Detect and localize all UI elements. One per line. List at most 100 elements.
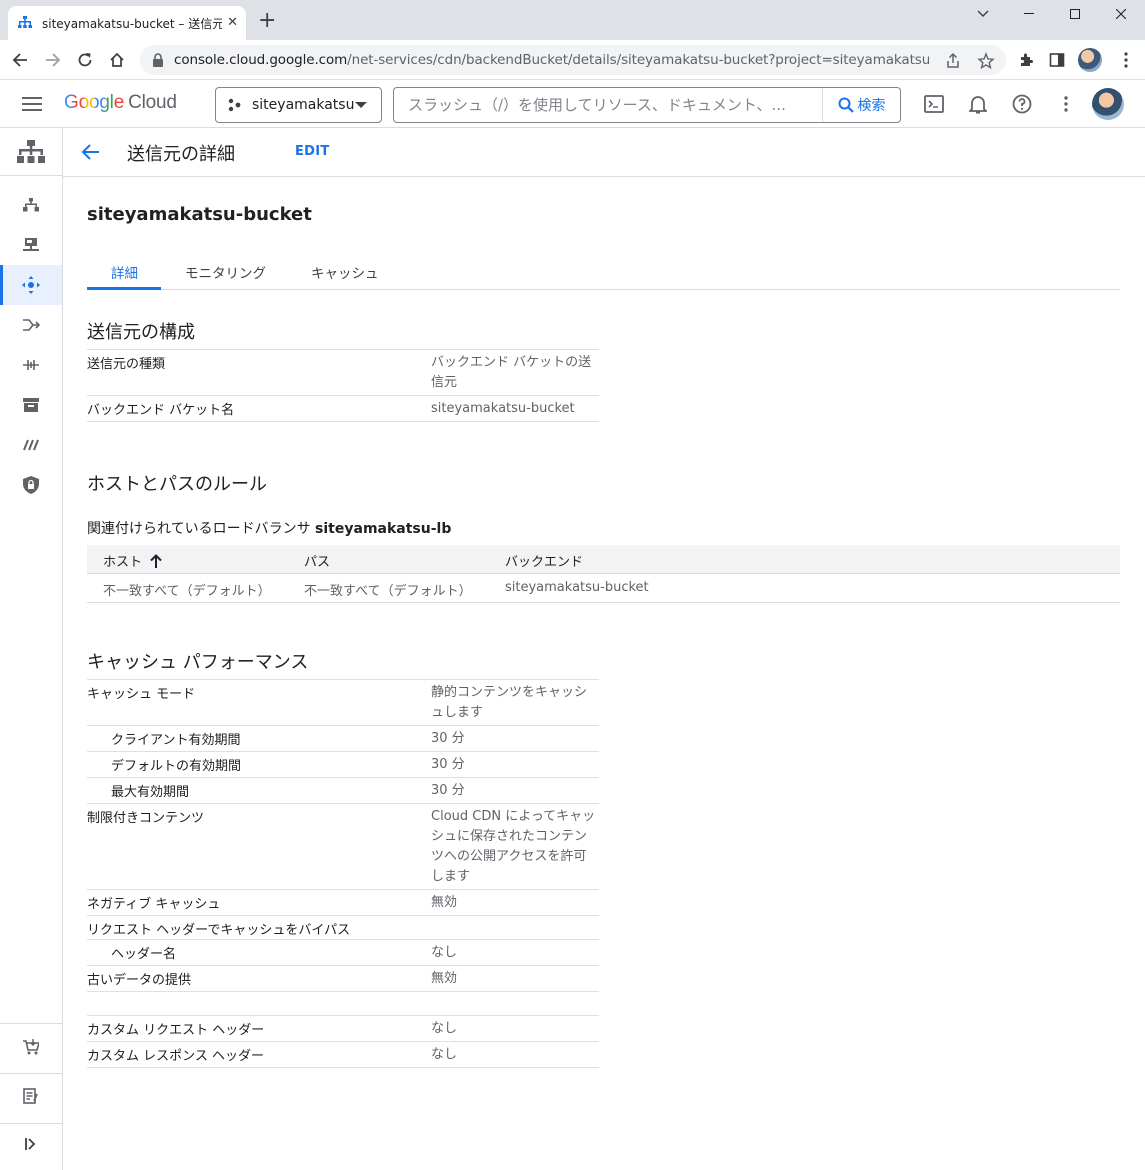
cloud-shell-icon[interactable] — [922, 92, 946, 116]
search-input[interactable] — [394, 88, 824, 122]
lb-prefix: 関連付けられているロードバランサ — [87, 521, 311, 537]
cell-backend[interactable]: siteyamakatsu-bucket — [505, 580, 649, 595]
extensions-icon[interactable] — [1016, 50, 1036, 70]
kv-value: 静的コンテンツをキャッシュします — [431, 685, 588, 720]
lock-icon[interactable] — [152, 53, 164, 67]
home-icon[interactable] — [107, 50, 127, 70]
column-header-host[interactable]: ホスト — [103, 551, 162, 570]
url-text[interactable]: console.cloud.google.com/net-services/cd… — [174, 52, 929, 68]
help-icon[interactable] — [1010, 92, 1034, 116]
network-services-product-icon[interactable] — [0, 128, 62, 176]
kv-row: 送信元の種類 バックエンド バケットの送信元 — [87, 349, 599, 395]
kv-value: なし — [431, 1021, 458, 1036]
tab-search-icon[interactable] — [960, 0, 1006, 28]
kv-row: ネガティブ キャッシュ 無効 — [87, 889, 599, 915]
rail-cloud-armor-shield-icon[interactable] — [0, 465, 62, 505]
host-path-table: ホスト パス バックエンド 不一致すべて（デフォルト） 不一致すべて（デフォルト… — [87, 545, 1120, 603]
url-path: /net-services/cdn/backendBucket/details/… — [347, 52, 929, 68]
detail-tabs: 詳細 モニタリング キャッシュ — [87, 256, 1120, 290]
rail-traffic-director-icon[interactable] — [0, 345, 62, 385]
back-arrow-icon[interactable] — [81, 142, 101, 162]
rail-service-directory-icon[interactable] — [0, 385, 62, 425]
project-name: siteyamakatsu — [252, 97, 355, 113]
more-options-icon[interactable] — [1054, 92, 1078, 116]
hamburger-menu-icon[interactable] — [22, 96, 42, 112]
rail-marketplace-icon[interactable] — [0, 1027, 62, 1067]
project-selector[interactable]: siteyamakatsu — [215, 87, 382, 123]
google-cloud-logo[interactable]: Google Cloud — [64, 92, 177, 114]
logo-cloud: Cloud — [128, 92, 177, 113]
rail-network-tiers-icon[interactable] — [0, 425, 62, 465]
notifications-bell-icon[interactable] — [966, 92, 990, 116]
kv-value: 30 分 — [431, 731, 465, 746]
origin-config-table: 送信元の種類 バックエンド バケットの送信元 バックエンド バケット名 site… — [87, 349, 599, 422]
tab-details[interactable]: 詳細 — [111, 262, 138, 282]
reload-icon[interactable] — [75, 50, 95, 70]
edit-button[interactable]: EDIT — [295, 144, 330, 159]
kv-value — [431, 992, 597, 1015]
address-bar[interactable]: console.cloud.google.com/net-services/cd… — [140, 45, 1006, 75]
kv-key: 制限付きコンテンツ — [87, 811, 205, 826]
kv-key: カスタム リクエスト ヘッダー — [87, 1023, 265, 1038]
kv-row: バックエンド バケット名 siteyamakatsu-bucket — [87, 395, 599, 422]
new-tab-button[interactable]: + — [258, 10, 276, 32]
search-button[interactable]: 検索 — [822, 88, 900, 122]
kv-row: カスタム リクエスト ヘッダー なし — [87, 1015, 599, 1041]
window-close-button[interactable] — [1098, 0, 1144, 28]
column-header-host-label: ホスト — [103, 555, 143, 570]
bookmark-star-icon[interactable] — [977, 52, 995, 70]
host-path-heading: ホストとパスのルール — [87, 474, 267, 495]
maximize-button[interactable] — [1052, 0, 1098, 28]
rail-release-notes-icon[interactable] — [0, 1076, 62, 1116]
kv-row: 最大有効期間 30 分 — [87, 777, 599, 803]
kv-value: Cloud CDN によってキャッシュに保存されたコンテンツへの公開アクセスを許… — [431, 809, 596, 884]
kv-key: リクエスト ヘッダーでキャッシュをバイパス — [87, 923, 351, 938]
kv-row: リクエスト ヘッダーでキャッシュをバイパス — [87, 915, 599, 939]
kv-value: siteyamakatsu-bucket — [431, 401, 575, 416]
share-icon[interactable] — [944, 52, 962, 70]
cache-performance-table: キャッシュ モード 静的コンテンツをキャッシュします クライアント有効期間 30 分… — [87, 679, 599, 1068]
tab-monitoring[interactable]: モニタリング — [185, 262, 266, 282]
load-balancer-line: 関連付けられているロードバランサ siteyamakatsu-lb — [87, 518, 451, 538]
lb-name[interactable]: siteyamakatsu-lb — [315, 521, 451, 537]
expand-rail-icon[interactable] — [0, 1124, 62, 1164]
logo-google: Google — [64, 92, 125, 113]
rail-load-balancing-icon[interactable] — [0, 185, 62, 225]
project-icon — [228, 98, 242, 112]
sort-ascending-icon[interactable] — [150, 553, 162, 568]
cell-host: 不一致すべて（デフォルト） — [103, 584, 271, 599]
browser-menu-icon[interactable] — [1116, 50, 1136, 70]
kv-key: 最大有効期間 — [111, 785, 190, 800]
kv-value: バックエンド バケットの送信元 — [431, 355, 592, 390]
kv-row: 古いデータの提供 無効 — [87, 965, 599, 991]
page-header: 送信元の詳細 EDIT — [63, 128, 1145, 177]
rail-dns-icon[interactable] — [0, 225, 62, 265]
back-nav-icon[interactable] — [10, 50, 30, 70]
tab-cache[interactable]: キャッシュ — [311, 262, 379, 282]
search-box[interactable]: 検索 — [393, 87, 901, 123]
column-header-path[interactable]: パス — [304, 551, 330, 570]
kv-value: 無効 — [431, 971, 458, 986]
browser-tabstrip: siteyamakatsu-bucket – 送信元の ✕ + — [0, 0, 1145, 40]
table-header-row: ホスト パス バックエンド — [87, 545, 1120, 574]
kv-key: クライアント有効期間 — [111, 733, 241, 748]
close-tab-icon[interactable]: ✕ — [227, 15, 238, 30]
rail-nat-icon[interactable] — [0, 305, 62, 345]
forward-nav-icon[interactable] — [43, 50, 63, 70]
minimize-button[interactable] — [1006, 0, 1052, 28]
page-title: 送信元の詳細 — [127, 144, 235, 165]
account-avatar[interactable] — [1092, 88, 1124, 120]
side-panel-icon[interactable] — [1047, 50, 1067, 70]
column-header-backend[interactable]: バックエンド — [505, 551, 583, 570]
kv-value: なし — [431, 1047, 458, 1062]
profile-avatar-small[interactable] — [1078, 48, 1102, 72]
kv-value — [431, 916, 597, 939]
dropdown-caret-icon — [355, 102, 367, 108]
kv-value: 30 分 — [431, 757, 465, 772]
browser-tab[interactable]: siteyamakatsu-bucket – 送信元の ✕ — [8, 6, 246, 40]
kv-row: 制限付きコンテンツ Cloud CDN によってキャッシュに保存されたコンテンツへ… — [87, 803, 599, 889]
active-tab-indicator — [87, 287, 161, 290]
kv-row: ヘッダー名 なし — [87, 939, 599, 965]
rail-cdn-icon[interactable] — [0, 265, 62, 305]
network-services-icon — [18, 16, 32, 30]
